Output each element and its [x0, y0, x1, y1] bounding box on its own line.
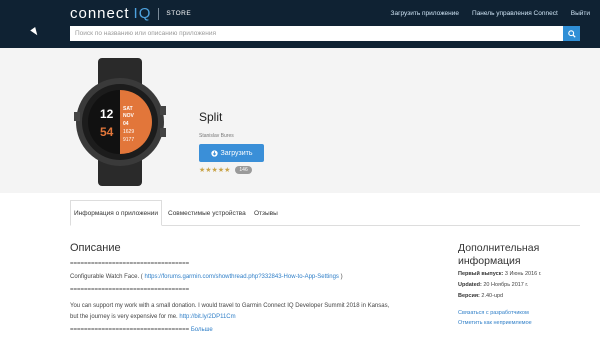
app-hero: 12 54 SAT NOV 04 1629 9177 Split Stanisl… [0, 48, 600, 193]
app-title: Split [199, 110, 223, 124]
top-header: connect IQ STORE Загрузить приложение Па… [0, 0, 600, 48]
report-app-link[interactable]: Отметить как неприемлемое [458, 320, 532, 326]
description-line-more: ================================== Больш… [70, 327, 213, 333]
version-value: 2.40-upd [481, 293, 504, 299]
updated-value: 20 Ноябрь 2017 г. [483, 282, 529, 288]
svg-text:9177: 9177 [123, 137, 134, 143]
description-text: but the journey is very expensive for me… [70, 314, 178, 320]
settings-link[interactable]: https://forums.garmin.com/showthread.php… [144, 274, 338, 280]
app-author-link[interactable]: Stanislav Bures [199, 133, 234, 139]
first-release-row: Первый выпуск: 3 Июнь 2016 г. [458, 271, 542, 277]
svg-text:12: 12 [100, 107, 114, 121]
tab-compatible-devices[interactable]: Совместимые устройства [168, 200, 246, 226]
additional-info-heading: Дополнительная информация [458, 242, 539, 268]
logout-link[interactable]: Выйти [571, 10, 590, 17]
svg-text:54: 54 [100, 125, 114, 139]
rating-count-badge[interactable]: 146 [235, 166, 252, 174]
description-text: ) [340, 274, 343, 280]
logo-text: connect [70, 5, 130, 22]
separator-line: ================================== [70, 287, 190, 293]
version-label: Версия: [458, 293, 480, 299]
description-text: Configurable Watch Face. ( [70, 274, 143, 280]
top-links: Загрузить приложение Панель управления C… [391, 10, 590, 17]
download-button-label: Загрузить [220, 149, 253, 157]
upload-app-link[interactable]: Загрузить приложение [391, 10, 459, 17]
logo-store: STORE [166, 10, 192, 17]
mouse-cursor-icon [30, 27, 40, 37]
search-icon [567, 29, 576, 38]
donation-link[interactable]: http://bit.ly/2DP11Cm [179, 314, 235, 320]
contact-developer-link[interactable]: Связаться с разработчиком [458, 310, 529, 316]
svg-text:SAT: SAT [123, 106, 133, 112]
tab-reviews[interactable]: Отзывы [254, 200, 278, 226]
separator-line: ================================== [70, 261, 190, 267]
app-rating: ★★★★★ 146 [199, 166, 252, 174]
rating-stars: ★★★★★ [199, 167, 231, 174]
download-icon [210, 149, 218, 157]
version-row: Версия: 2.40-upd [458, 293, 503, 299]
description-text: You can support my work with a small don… [70, 303, 390, 309]
tab-app-info[interactable]: Информация о приложении [70, 200, 162, 226]
updated-label: Updated: [458, 282, 482, 288]
separator-line: ================================== [70, 327, 190, 333]
logo-iq: IQ [133, 5, 152, 22]
more-link[interactable]: Больше [191, 327, 213, 333]
watch-face-preview-image: 12 54 SAT NOV 04 1629 9177 [74, 58, 166, 186]
heading-line: информация [458, 255, 521, 267]
heading-line: Дополнительная [458, 242, 540, 254]
logo-divider [158, 7, 160, 20]
description-line-settings: Configurable Watch Face. ( https://forum… [70, 274, 343, 280]
svg-text:04: 04 [123, 121, 129, 127]
first-release-value: 3 Июнь 2016 г. [504, 271, 542, 277]
updated-row: Updated: 20 Ноябрь 2017 г. [458, 282, 528, 288]
connect-iq-logo[interactable]: connect IQ STORE [70, 5, 191, 22]
dashboard-link[interactable]: Панель управления Connect [472, 10, 558, 17]
svg-text:1629: 1629 [123, 129, 134, 135]
svg-text:NOV: NOV [123, 113, 135, 119]
search-input[interactable] [70, 26, 563, 41]
app-tabs: Информация о приложении Совместимые устр… [70, 200, 580, 226]
search-button[interactable] [563, 26, 580, 41]
first-release-label: Первый выпуск: [458, 271, 504, 277]
description-heading: Описание [70, 242, 121, 254]
description-line-donation: but the journey is very expensive for me… [70, 314, 236, 320]
search-bar [70, 26, 580, 41]
download-button[interactable]: Загрузить [199, 144, 264, 162]
